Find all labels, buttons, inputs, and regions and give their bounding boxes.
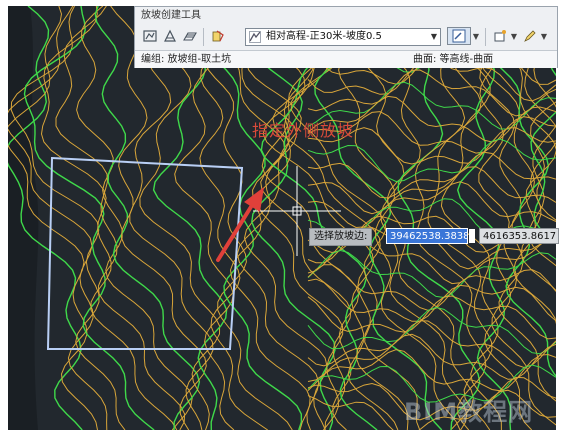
- direction-arrow-head: [244, 187, 264, 212]
- style-picker-icon[interactable]: [209, 27, 227, 45]
- coordinate-x-input[interactable]: 39462538.3838: [386, 228, 468, 244]
- grading-style-value: 相对高程-正30米-坡度0.5: [266, 31, 382, 42]
- chevron-down-icon[interactable]: ▼: [509, 27, 519, 45]
- toolbar-separator: [485, 28, 486, 46]
- selection-boundary[interactable]: [46, 156, 244, 350]
- edit-criteria-icon[interactable]: [447, 27, 471, 45]
- command-prompt-label: 选择放坡边:: [309, 228, 373, 246]
- surface-label: 曲面: 等高线-曲面: [413, 54, 494, 65]
- grading-style-icon: [249, 31, 261, 43]
- toolbar-status-bar: 编组: 放坡组-取土坑 曲面: 等高线-曲面: [135, 50, 557, 68]
- annotation-overlay: [46, 156, 341, 350]
- coordinate-y-input[interactable]: 4616353.8617: [479, 228, 559, 244]
- chevron-down-icon[interactable]: ▼: [431, 29, 437, 45]
- grading-style-select[interactable]: 相对高程-正30米-坡度0.5 ▼: [245, 28, 441, 46]
- toolbar-separator: [203, 28, 204, 46]
- chevron-down-icon[interactable]: ▼: [471, 27, 481, 45]
- chevron-down-icon[interactable]: ▼: [539, 27, 549, 45]
- watermark: BIM教程网: [404, 398, 534, 426]
- grading-group-label: 编组: 放坡组-取土坑: [141, 54, 232, 65]
- grading-toolbar: 放坡创建工具 相对高程-正30米-坡度0.5 ▼ ▼ ▼ ▼ 编组: 放坡组-取…: [134, 6, 558, 68]
- edit-elevation-icon[interactable]: [521, 27, 539, 45]
- toolbar-title: 放坡创建工具: [141, 10, 201, 21]
- insert-point-icon[interactable]: [491, 27, 509, 45]
- drawing-canvas[interactable]: [8, 6, 556, 430]
- instruction-annotation: 指定外侧放坡: [252, 121, 355, 140]
- grading-settings-icon[interactable]: [141, 27, 159, 45]
- toolbar-button-row: 相对高程-正30米-坡度0.5 ▼ ▼ ▼ ▼: [137, 25, 555, 49]
- create-grading-icon[interactable]: [161, 27, 179, 45]
- input-caret: [469, 229, 475, 243]
- cad-window: 放坡创建工具 相对高程-正30米-坡度0.5 ▼ ▼ ▼ ▼ 编组: 放坡组-取…: [0, 0, 565, 437]
- create-group-icon[interactable]: [181, 27, 199, 45]
